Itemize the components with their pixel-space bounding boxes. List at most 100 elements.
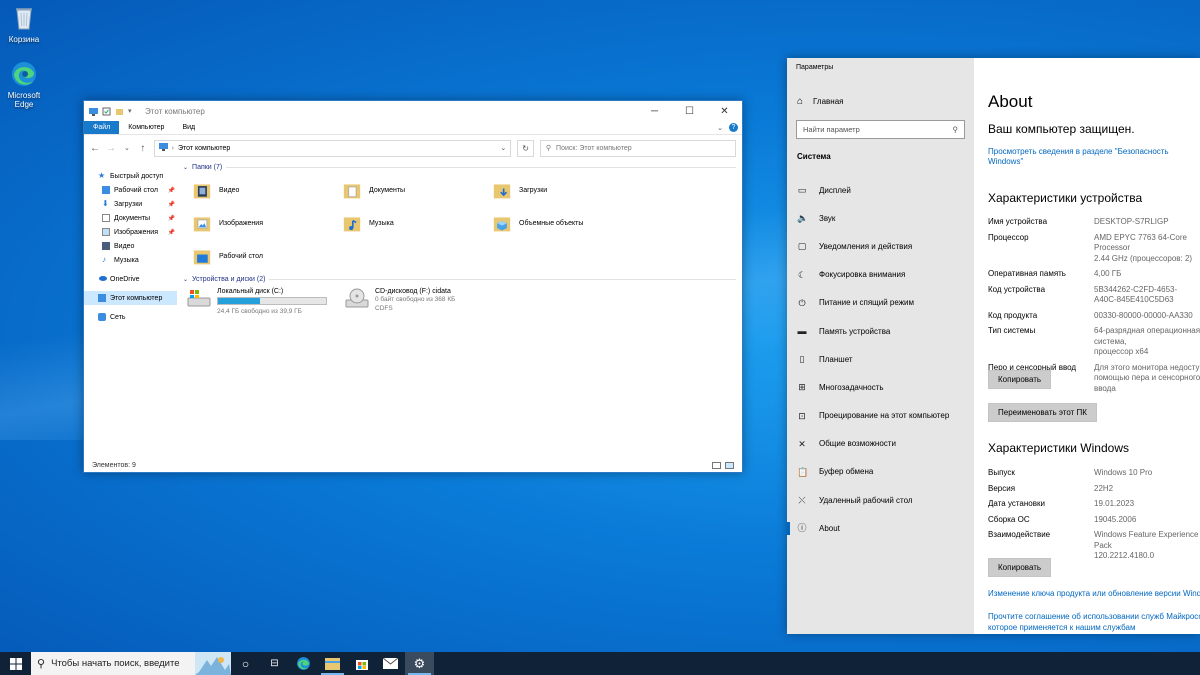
drive-c[interactable]: Локальный диск (C:) 24,4 ГБ свободно из … — [187, 288, 337, 316]
recent-locations-icon[interactable]: ⌄ — [122, 144, 132, 152]
start-button[interactable] — [0, 652, 31, 675]
settings-sidebar: Параметры ⌂ Главная Найти параметр ⚲ Сис… — [787, 58, 974, 634]
settings-nav-item[interactable]: ⓘ About — [787, 514, 974, 542]
settings-nav-item[interactable]: ▭ Дисплей — [787, 176, 974, 204]
edge-desktop-icon[interactable]: Microsoft Edge — [0, 60, 48, 109]
maximize-button[interactable]: ☐ — [672, 101, 707, 121]
settings-nav-item[interactable]: 📋 Буфер обмена — [787, 458, 974, 486]
nav-desktop[interactable]: Рабочий стол 📌 — [84, 183, 177, 197]
nav-this-pc[interactable]: Этот компьютер — [84, 291, 177, 305]
large-icons-view-icon[interactable] — [725, 461, 734, 469]
settings-nav-item[interactable]: ☾ Фокусировка внимания — [787, 261, 974, 289]
tab-view[interactable]: Вид — [173, 121, 204, 134]
settings-search-input[interactable]: Найти параметр ⚲ — [796, 120, 965, 139]
forward-arrow-icon[interactable]: → — [106, 143, 116, 154]
nav-quick-access[interactable]: ★ Быстрый доступ — [84, 169, 177, 183]
spec-key: Сборка ОС — [988, 514, 1030, 524]
folder-videos[interactable]: Видео — [191, 174, 341, 207]
copy-windows-specs-button[interactable]: Копировать — [988, 558, 1052, 577]
settings-taskbar-button[interactable]: ⚙ — [405, 652, 434, 675]
nav-label: Музыка — [114, 256, 139, 264]
settings-nav-label: Планшет — [819, 354, 853, 364]
edge-taskbar-button[interactable] — [289, 652, 318, 675]
task-view-button[interactable]: ○ — [231, 652, 260, 675]
settings-nav-item[interactable]: ✕ Общие возможности — [787, 430, 974, 458]
spec-row: Имя устройства DESKTOP-S7RLIGP — [988, 217, 1200, 228]
tab-computer[interactable]: Компьютер — [119, 121, 173, 134]
spec-row: Код продукта 00330-80000-00000-AA330 — [988, 311, 1200, 322]
services-agreement-link-cont[interactable]: которое применяется к нашим службам — [988, 623, 1135, 634]
drive-name: Локальный диск (C:) — [217, 288, 284, 295]
new-folder-icon[interactable] — [115, 107, 124, 116]
store-taskbar-button[interactable] — [347, 652, 376, 675]
spec-row: Сборка ОС 19045.2006 — [988, 515, 1200, 526]
up-arrow-icon[interactable]: ↑ — [138, 143, 148, 154]
folder-3d-objects[interactable]: Объемные объекты — [491, 207, 641, 240]
settings-nav-item[interactable]: ⏻ Питание и спящий режим — [787, 289, 974, 317]
taskbar: ⚲ Чтобы начать поиск, введите ○ ⊟ ⚙ — [0, 652, 1200, 675]
address-bar[interactable]: › Этот компьютер ⌄ — [153, 139, 512, 157]
cortana-icon: ○ — [241, 656, 250, 671]
mail-taskbar-button[interactable] — [376, 652, 405, 675]
settings-nav-item[interactable]: ⊞ Многозадачность — [787, 373, 974, 401]
nav-onedrive[interactable]: OneDrive — [84, 272, 177, 286]
folder-documents[interactable]: Документы — [341, 174, 491, 207]
refresh-button[interactable]: ↻ — [517, 139, 534, 157]
security-details-link[interactable]: Просмотреть сведения в разделе "Безопасн… — [988, 147, 1198, 167]
music-folder-icon — [343, 216, 361, 231]
item-count: Элементов: 9 — [92, 461, 136, 469]
taskbar-search-input[interactable]: ⚲ Чтобы начать поиск, введите — [31, 652, 231, 675]
expand-ribbon-icon[interactable]: ⌄ — [715, 121, 725, 134]
settings-nav-item[interactable]: ⤬ Удаленный рабочий стол — [787, 486, 974, 514]
close-button[interactable]: ✕ — [707, 101, 742, 121]
explorer-window: ▾ Этот компьютер ─ ☐ ✕ Файл Компьютер Ви… — [83, 100, 743, 473]
folder-label: Изображения — [219, 220, 263, 227]
nav-downloads[interactable]: ⬇ Загрузки 📌 — [84, 197, 177, 211]
search-input[interactable]: ⚲ Поиск: Этот компьютер — [539, 139, 736, 157]
drives-group-header[interactable]: ⌄ Устройства и диски (2) — [181, 273, 742, 286]
properties-icon[interactable] — [102, 107, 111, 116]
copy-device-specs-button[interactable]: Копировать — [988, 370, 1052, 389]
folder-desktop[interactable]: Рабочий стол — [191, 240, 341, 273]
taskview-button[interactable]: ⊟ — [260, 652, 289, 675]
folders-group-header[interactable]: ⌄ Папки (7) — [181, 161, 742, 174]
services-agreement-link[interactable]: Прочтите соглашение об использовании слу… — [988, 612, 1200, 623]
nav-videos[interactable]: Видео — [84, 239, 177, 253]
recycle-bin-desktop-icon[interactable]: Корзина — [0, 4, 48, 44]
settings-home[interactable]: ⌂ Главная — [797, 96, 844, 107]
group-title: Папки (7) — [192, 164, 223, 171]
back-arrow-icon[interactable]: ← — [90, 143, 100, 154]
customize-toolbar-icon[interactable]: ▾ — [128, 107, 137, 116]
spec-value: AMD EPYC 7763 64-Core Processor 2.44 GHz… — [1094, 232, 1193, 263]
settings-window: Параметры ⌂ Главная Найти параметр ⚲ Сис… — [787, 58, 1200, 634]
minimize-button[interactable]: ─ — [637, 101, 672, 121]
address-dropdown-icon[interactable]: ⌄ — [500, 144, 506, 152]
settings-nav-item[interactable]: ▯ Планшет — [787, 345, 974, 373]
folder-pictures[interactable]: Изображения — [191, 207, 341, 240]
settings-nav-item[interactable]: ⊡ Проецирование на этот компьютер — [787, 402, 974, 430]
settings-nav-item[interactable]: 🔈 Звук — [787, 204, 974, 232]
explorer-taskbar-button[interactable] — [318, 652, 347, 675]
nav-documents[interactable]: Документы 📌 — [84, 211, 177, 225]
settings-nav-label: Звук — [819, 213, 836, 223]
settings-nav-item[interactable]: ▢ Уведомления и действия — [787, 232, 974, 260]
sound-icon: 🔈 — [797, 213, 809, 224]
folder-downloads[interactable]: Загрузки — [491, 174, 641, 207]
windows-specs-heading: Характеристики Windows — [988, 441, 1129, 455]
change-product-key-link[interactable]: Изменение ключа продукта или обновление … — [988, 589, 1200, 600]
rename-pc-button[interactable]: Переименовать этот ПК — [988, 403, 1097, 422]
video-folder-icon — [193, 183, 211, 198]
nav-network[interactable]: Сеть — [84, 310, 177, 324]
folder-music[interactable]: Музыка — [341, 207, 491, 240]
nav-pictures[interactable]: Изображения 📌 — [84, 225, 177, 239]
drive-f[interactable]: CD-дисковод (F:) cidata 0 байт свободно … — [345, 288, 495, 316]
settings-nav-item[interactable]: ▬ Память устройства — [787, 317, 974, 345]
details-view-icon[interactable] — [712, 461, 721, 469]
settings-nav: ▭ Дисплей 🔈 Звук ▢ Уведомления и действия ☾ Фок… — [787, 176, 974, 542]
nav-music[interactable]: ♪ Музыка — [84, 253, 177, 267]
content-pane: ⌄ Папки (7) Видео Документы Загрузки Изоб… — [177, 161, 742, 458]
help-icon[interactable]: ? — [729, 123, 738, 132]
pin-icon: 📌 — [167, 215, 175, 222]
tab-file[interactable]: Файл — [84, 121, 120, 134]
video-icon — [102, 242, 110, 250]
